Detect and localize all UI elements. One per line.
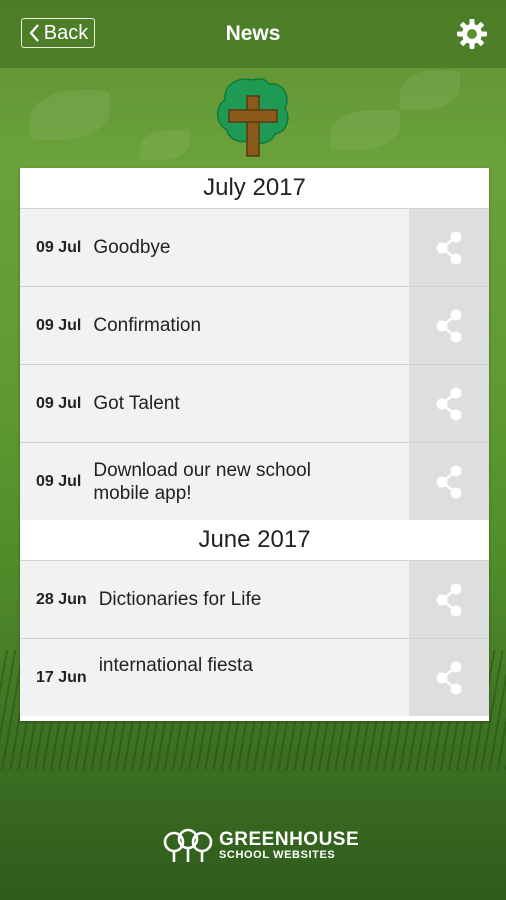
brand-tagline: SCHOOL WEBSITES [219, 849, 336, 861]
news-item[interactable]: 09 Jul Got Talent [20, 364, 489, 442]
news-item[interactable]: 28 Jun Dictionaries for Life [20, 560, 489, 638]
news-title: Download our new school mobile app! [93, 459, 311, 504]
share-icon [436, 465, 462, 498]
news-title: Goodbye [93, 237, 171, 258]
share-button[interactable] [409, 443, 489, 520]
gear-icon[interactable] [456, 18, 488, 50]
month-header: July 2017 [20, 168, 489, 208]
news-title: Confirmation [93, 315, 202, 336]
news-date: 09 Jul [36, 472, 82, 490]
news-title: Got Talent [93, 393, 180, 414]
news-item[interactable]: 09 Jul Download our new school mobile ap… [20, 442, 489, 520]
greenhouse-brand[interactable]: GREENHOUSE SCHOOL WEBSITES [163, 828, 359, 864]
share-icon [436, 661, 462, 694]
brand-name: GREENHOUSE [219, 829, 360, 850]
background-leaf [400, 70, 460, 110]
news-item[interactable]: 09 Jul Goodbye [20, 208, 489, 286]
share-icon [436, 387, 462, 420]
share-icon [436, 583, 462, 616]
news-list: July 2017 09 Jul Goodbye 09 Jul Confirma… [20, 168, 489, 721]
share-button[interactable] [409, 639, 489, 716]
news-title: Dictionaries for Life [98, 589, 262, 610]
page-title: News [225, 22, 281, 45]
news-date: 09 Jul [36, 394, 82, 412]
news-date: 28 Jun [36, 590, 87, 608]
news-date: 17 Jun [36, 668, 87, 686]
share-button[interactable] [409, 365, 489, 442]
news-title: international fiesta [98, 655, 253, 676]
background-leaf [140, 130, 190, 160]
month-header: June 2017 [20, 520, 489, 560]
background-leaf [30, 90, 110, 140]
tree-cross-logo [217, 78, 289, 157]
greenhouse-logo-icon [163, 828, 213, 862]
news-date: 09 Jul [36, 238, 82, 256]
news-date: 09 Jul [36, 316, 82, 334]
share-button[interactable] [409, 561, 489, 638]
news-item[interactable]: 17 Jun international fiesta [20, 638, 489, 716]
top-bar: Back News [0, 0, 506, 68]
share-button[interactable] [409, 209, 489, 286]
news-item[interactable]: 09 Jul Confirmation [20, 286, 489, 364]
share-icon [436, 231, 462, 264]
share-icon [436, 309, 462, 342]
background-leaf [330, 110, 400, 150]
share-button[interactable] [409, 287, 489, 364]
